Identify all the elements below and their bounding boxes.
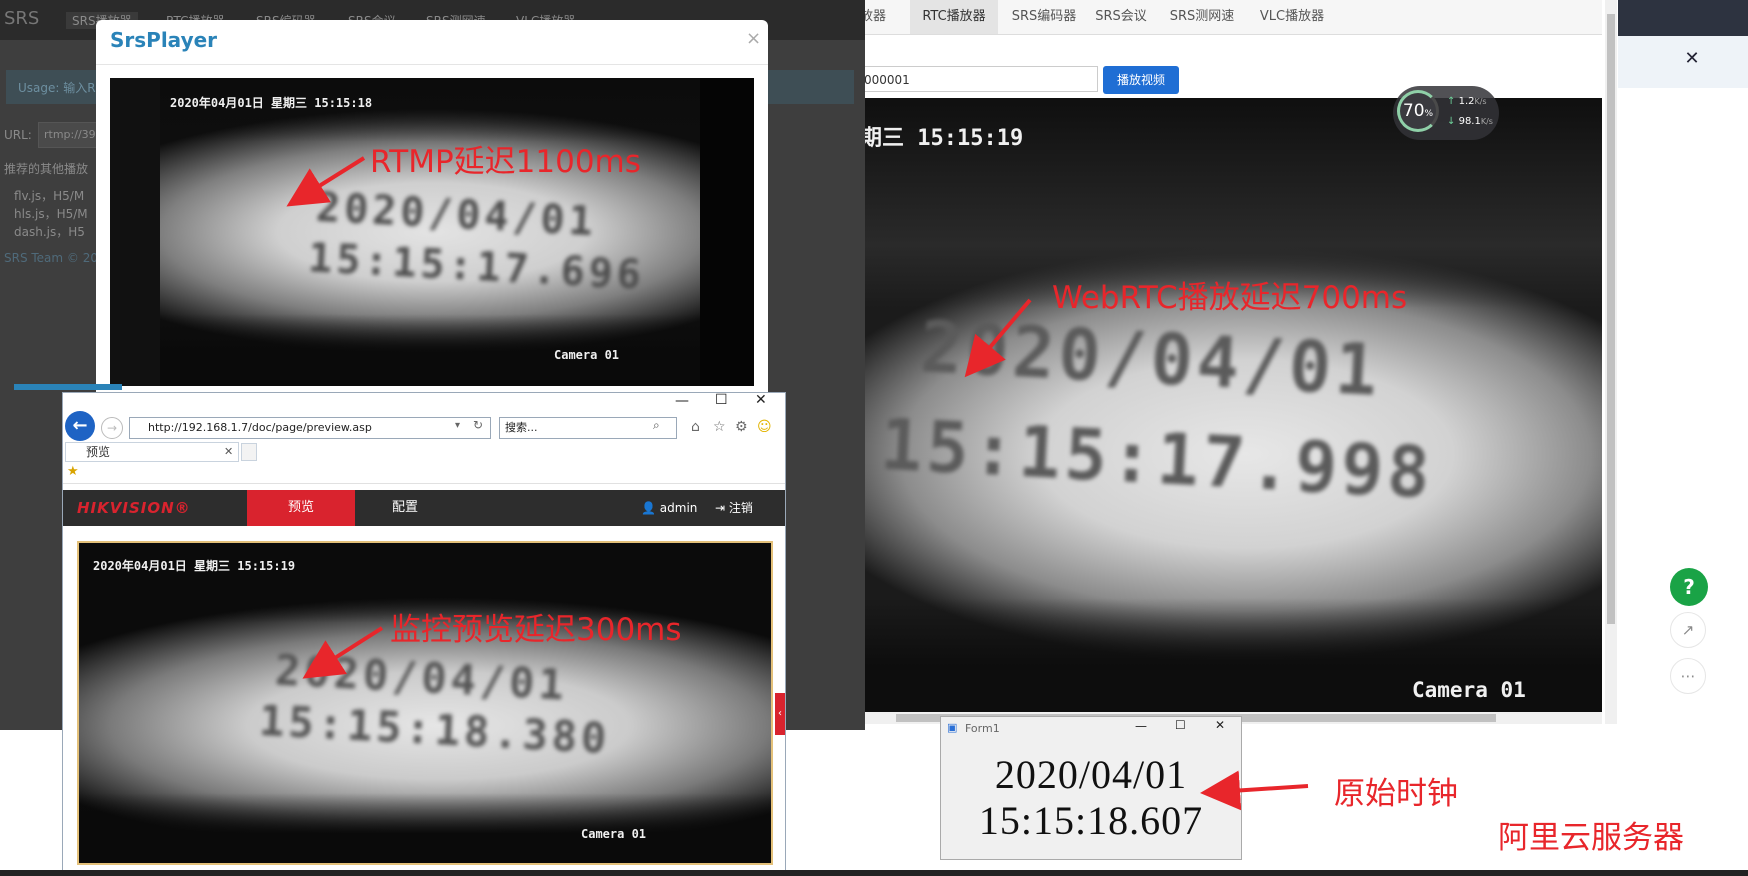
arrow-webrtc: [964, 298, 1032, 378]
annotation-arrows: [286, 156, 1309, 811]
annotation-monitor-latency: 监控预览延迟300ms: [390, 612, 682, 648]
taskbar-strip: [0, 870, 1748, 876]
arrow-original-clock: [1200, 770, 1309, 811]
annotation-aliyun-server: 阿里云服务器: [1498, 820, 1684, 856]
annotation-original-clock: 原始时钟: [1334, 776, 1458, 812]
arrow-monitor: [302, 626, 384, 679]
arrow-rtmp: [286, 156, 366, 207]
annotation-webrtc-latency: WebRTC播放延迟700ms: [1052, 280, 1408, 316]
annotation-rtmp-latency: RTMP延迟1100ms: [370, 144, 641, 180]
